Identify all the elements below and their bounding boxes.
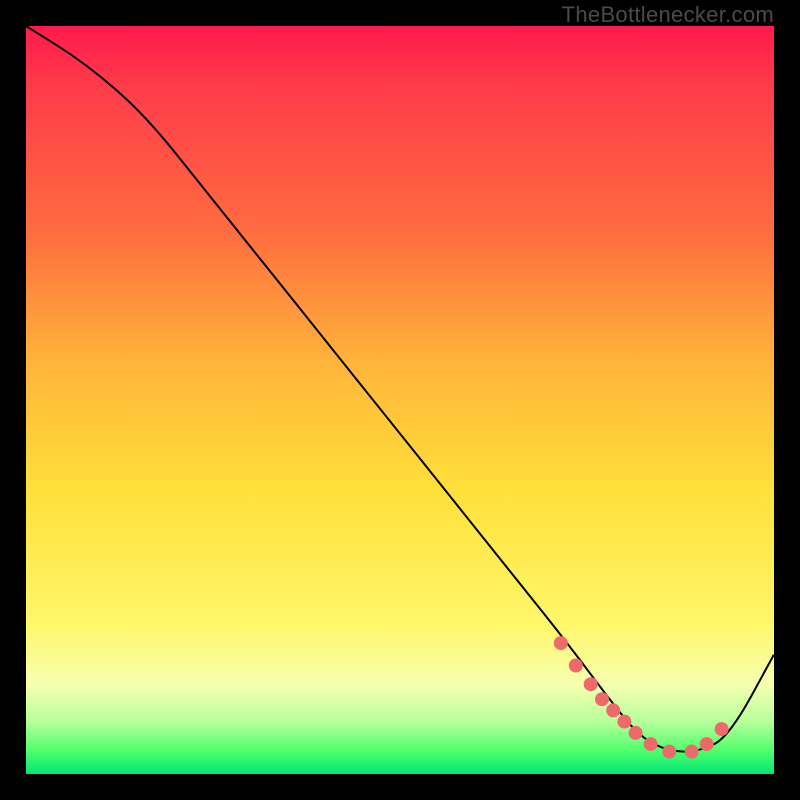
chart-stage: TheBottlenecker.com bbox=[0, 0, 800, 800]
marker-point bbox=[685, 745, 699, 759]
marker-point bbox=[606, 703, 620, 717]
marker-point bbox=[715, 722, 729, 736]
marker-point bbox=[617, 715, 631, 729]
marker-group bbox=[554, 636, 729, 759]
marker-point bbox=[569, 659, 583, 673]
curve-layer bbox=[26, 26, 774, 774]
marker-point bbox=[629, 726, 643, 740]
attribution-label: TheBottlenecker.com bbox=[562, 2, 774, 28]
marker-point bbox=[595, 692, 609, 706]
marker-point bbox=[662, 745, 676, 759]
marker-point bbox=[584, 677, 598, 691]
marker-point bbox=[554, 636, 568, 650]
marker-point bbox=[644, 737, 658, 751]
bottleneck-curve bbox=[26, 26, 774, 752]
marker-point bbox=[700, 737, 714, 751]
plot-area bbox=[26, 26, 774, 774]
